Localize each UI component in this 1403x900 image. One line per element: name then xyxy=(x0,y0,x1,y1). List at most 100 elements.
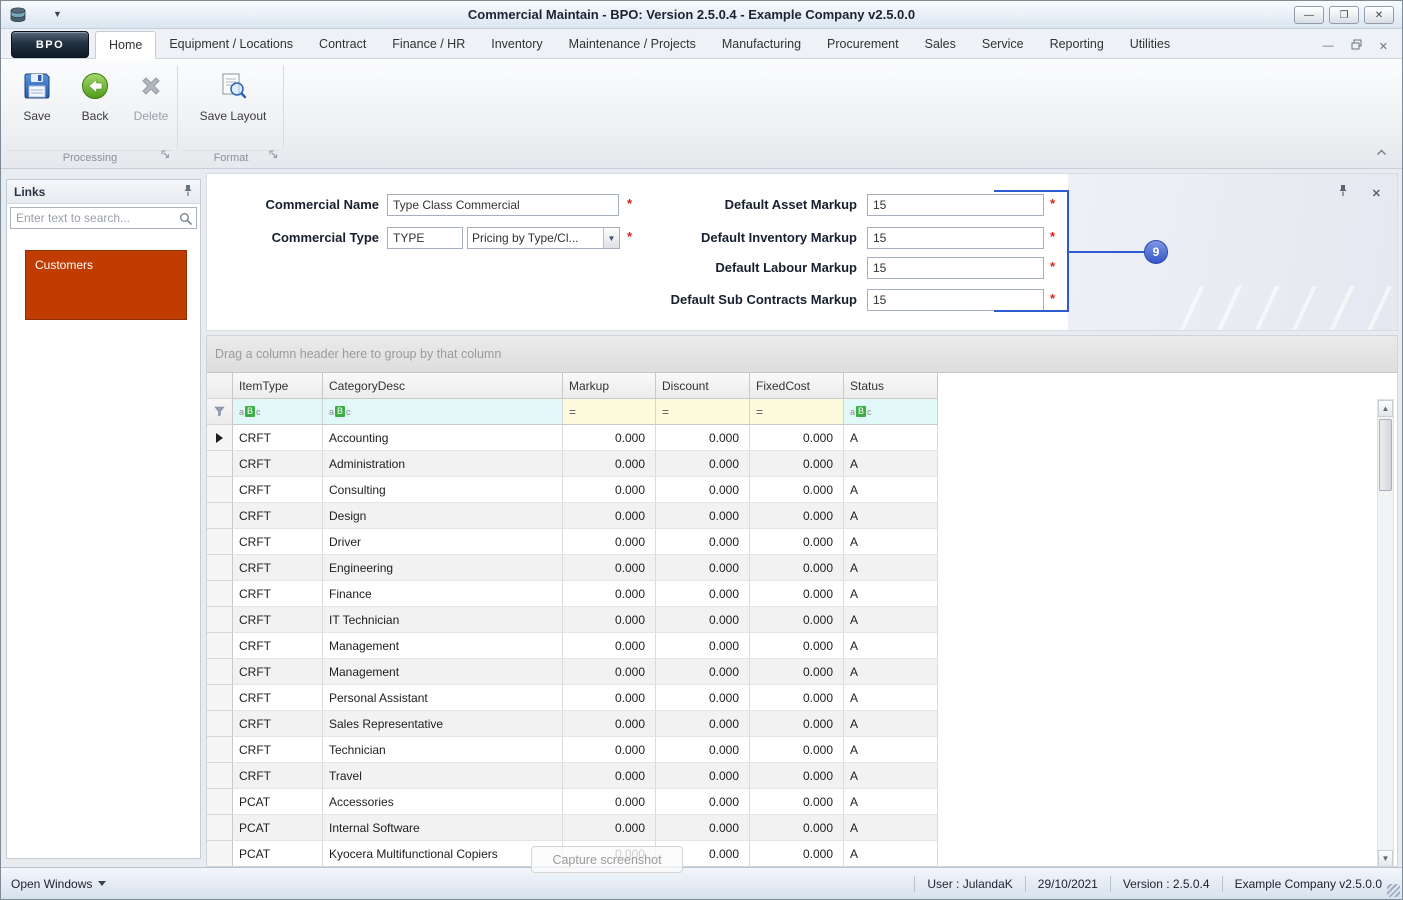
scroll-down-icon[interactable]: ▼ xyxy=(1378,850,1393,867)
cell-categorydesc[interactable]: Accounting xyxy=(323,425,563,451)
cell-markup[interactable]: 0.000 xyxy=(563,529,656,555)
collapse-ribbon-icon[interactable] xyxy=(1375,144,1388,162)
cell-status[interactable]: A xyxy=(844,815,938,841)
cell-itemtype[interactable]: CRFT xyxy=(233,685,323,711)
cell-status[interactable]: A xyxy=(844,763,938,789)
cell-itemtype[interactable]: PCAT xyxy=(233,841,323,867)
cell-itemtype[interactable]: CRFT xyxy=(233,607,323,633)
tab-maintenance-projects[interactable]: Maintenance / Projects xyxy=(556,29,709,59)
tab-contract[interactable]: Contract xyxy=(306,29,379,59)
cell-categorydesc[interactable]: Personal Assistant xyxy=(323,685,563,711)
row-indicator[interactable] xyxy=(207,477,233,503)
resize-grip[interactable] xyxy=(1387,884,1400,897)
cell-status[interactable]: A xyxy=(844,737,938,763)
cell-markup[interactable]: 0.000 xyxy=(563,425,656,451)
cell-discount[interactable]: 0.000 xyxy=(656,763,750,789)
row-indicator[interactable] xyxy=(207,711,233,737)
cell-itemtype[interactable]: CRFT xyxy=(233,451,323,477)
row-indicator[interactable] xyxy=(207,763,233,789)
cell-status[interactable]: A xyxy=(844,503,938,529)
cell-fixedcost[interactable]: 0.000 xyxy=(750,425,844,451)
cell-itemtype[interactable]: CRFT xyxy=(233,737,323,763)
cell-categorydesc[interactable]: Management xyxy=(323,659,563,685)
cell-discount[interactable]: 0.000 xyxy=(656,451,750,477)
cell-itemtype[interactable]: PCAT xyxy=(233,815,323,841)
filter-cell-fixedcost[interactable]: = xyxy=(750,399,844,425)
cell-fixedcost[interactable]: 0.000 xyxy=(750,737,844,763)
cell-categorydesc[interactable]: Kyocera Multifunctional Copiers xyxy=(323,841,563,867)
cell-markup[interactable]: 0.000 xyxy=(563,659,656,685)
row-indicator[interactable] xyxy=(207,841,233,867)
cell-fixedcost[interactable]: 0.000 xyxy=(750,763,844,789)
filter-cell-status[interactable]: aBc xyxy=(844,399,938,425)
row-indicator[interactable] xyxy=(207,555,233,581)
cell-fixedcost[interactable]: 0.000 xyxy=(750,633,844,659)
row-indicator[interactable] xyxy=(207,451,233,477)
pin-icon[interactable] xyxy=(183,184,193,200)
scroll-up-icon[interactable]: ▲ xyxy=(1378,400,1393,417)
cell-markup[interactable]: 0.000 xyxy=(563,711,656,737)
processing-dialog-launcher-icon[interactable] xyxy=(161,146,170,164)
tab-reporting[interactable]: Reporting xyxy=(1037,29,1117,59)
tab-finance-hr[interactable]: Finance / HR xyxy=(379,29,478,59)
cell-itemtype[interactable]: CRFT xyxy=(233,659,323,685)
row-indicator[interactable] xyxy=(207,633,233,659)
group-by-bar[interactable]: Drag a column header here to group by th… xyxy=(207,336,1397,373)
tab-service[interactable]: Service xyxy=(969,29,1037,59)
mdi-restore-icon[interactable] xyxy=(1351,37,1362,55)
delete-button[interactable]: Delete xyxy=(123,65,179,141)
cell-markup[interactable]: 0.000 xyxy=(563,789,656,815)
column-header-discount[interactable]: Discount xyxy=(656,373,750,399)
filter-cell-categorydesc[interactable]: aBc xyxy=(323,399,563,425)
save-button[interactable]: Save xyxy=(9,65,65,141)
row-indicator[interactable] xyxy=(207,789,233,815)
back-button[interactable]: Back xyxy=(67,65,123,141)
save-layout-button[interactable]: Save Layout xyxy=(191,65,275,141)
filter-cell-markup[interactable]: = xyxy=(563,399,656,425)
tab-utilities[interactable]: Utilities xyxy=(1117,29,1183,59)
cell-status[interactable]: A xyxy=(844,633,938,659)
cell-categorydesc[interactable]: Technician xyxy=(323,737,563,763)
cell-itemtype[interactable]: CRFT xyxy=(233,581,323,607)
cell-markup[interactable]: 0.000 xyxy=(563,763,656,789)
cell-fixedcost[interactable]: 0.000 xyxy=(750,685,844,711)
cell-markup[interactable]: 0.000 xyxy=(563,685,656,711)
tab-sales[interactable]: Sales xyxy=(912,29,969,59)
cell-itemtype[interactable]: CRFT xyxy=(233,555,323,581)
column-header-categorydesc[interactable]: CategoryDesc xyxy=(323,373,563,399)
cell-itemtype[interactable]: CRFT xyxy=(233,425,323,451)
cell-fixedcost[interactable]: 0.000 xyxy=(750,841,844,867)
cell-status[interactable]: A xyxy=(844,451,938,477)
filter-cell-discount[interactable]: = xyxy=(656,399,750,425)
cell-fixedcost[interactable]: 0.000 xyxy=(750,789,844,815)
cell-itemtype[interactable]: CRFT xyxy=(233,711,323,737)
cell-categorydesc[interactable]: Accessories xyxy=(323,789,563,815)
cell-categorydesc[interactable]: Driver xyxy=(323,529,563,555)
cell-discount[interactable]: 0.000 xyxy=(656,711,750,737)
cell-itemtype[interactable]: CRFT xyxy=(233,477,323,503)
sidebar-item-customers[interactable]: Customers xyxy=(25,250,187,320)
cell-discount[interactable]: 0.000 xyxy=(656,607,750,633)
cell-discount[interactable]: 0.000 xyxy=(656,425,750,451)
row-indicator[interactable] xyxy=(207,529,233,555)
cell-fixedcost[interactable]: 0.000 xyxy=(750,503,844,529)
mdi-minimize-icon[interactable]: — xyxy=(1323,40,1334,52)
cell-categorydesc[interactable]: Design xyxy=(323,503,563,529)
cell-categorydesc[interactable]: Consulting xyxy=(323,477,563,503)
cell-categorydesc[interactable]: Management xyxy=(323,633,563,659)
cell-categorydesc[interactable]: Sales Representative xyxy=(323,711,563,737)
cell-categorydesc[interactable]: Internal Software xyxy=(323,815,563,841)
tab-inventory[interactable]: Inventory xyxy=(478,29,555,59)
scrollbar-thumb[interactable] xyxy=(1379,419,1392,491)
cell-markup[interactable]: 0.000 xyxy=(563,581,656,607)
tab-manufacturing[interactable]: Manufacturing xyxy=(709,29,814,59)
cell-status[interactable]: A xyxy=(844,529,938,555)
mdi-close-icon[interactable]: ✕ xyxy=(1379,40,1388,53)
cell-discount[interactable]: 0.000 xyxy=(656,477,750,503)
application-menu-button[interactable]: BPO xyxy=(11,31,89,58)
tab-procurement[interactable]: Procurement xyxy=(814,29,912,59)
tab-home[interactable]: Home xyxy=(95,31,156,59)
cell-categorydesc[interactable]: Travel xyxy=(323,763,563,789)
cell-status[interactable]: A xyxy=(844,425,938,451)
row-indicator[interactable] xyxy=(207,425,233,451)
